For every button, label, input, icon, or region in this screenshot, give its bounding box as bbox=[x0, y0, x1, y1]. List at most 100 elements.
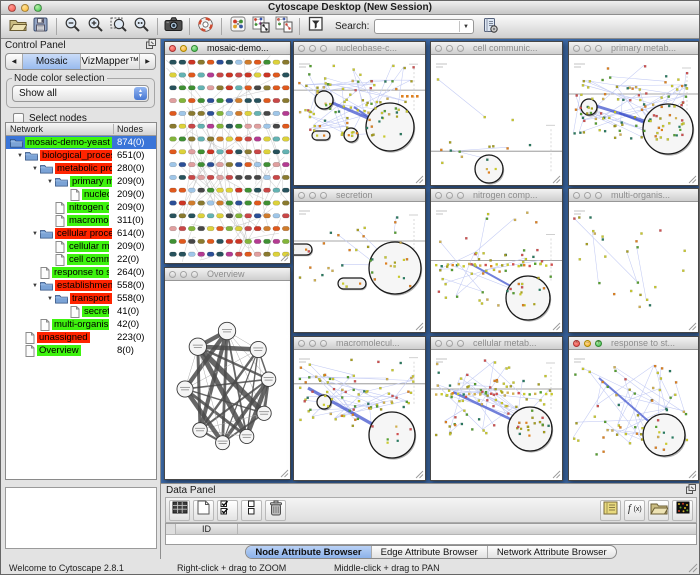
tree-row-establishment-of-lo[interactable]: ▼establishment of lo558(0) bbox=[6, 279, 156, 292]
network-window-t3[interactable]: secretion bbox=[293, 188, 426, 333]
search-input[interactable]: ▼ bbox=[374, 19, 474, 34]
network-view-canvas[interactable] bbox=[569, 55, 698, 185]
matrix-button[interactable] bbox=[672, 500, 693, 521]
minimize-icon[interactable]: − bbox=[584, 340, 591, 347]
maximize-icon[interactable] bbox=[320, 192, 327, 199]
network-window-t7[interactable]: cellular metab... bbox=[430, 336, 563, 481]
network-window-mosaic[interactable]: mosaic-demo... bbox=[164, 41, 291, 264]
node-color-dropdown[interactable]: Show all ▲▼ bbox=[12, 85, 149, 102]
network-window-t4[interactable]: nitrogen comp... bbox=[430, 188, 563, 333]
network-view-canvas[interactable] bbox=[294, 202, 425, 332]
window-titlebar[interactable]: multi-organis... bbox=[569, 189, 698, 202]
minimize-icon[interactable] bbox=[584, 45, 591, 52]
expand-triangle-icon[interactable]: ▼ bbox=[30, 283, 40, 289]
color-mapper-button[interactable] bbox=[226, 16, 249, 37]
network-window-t5[interactable]: multi-organis... bbox=[568, 188, 699, 333]
window-titlebar[interactable]: cell communic... bbox=[431, 42, 562, 55]
window-titlebar[interactable]: cellular metab... bbox=[431, 337, 562, 350]
tree-row-mosaic-demo-yeast[interactable]: mosaic-demo-yeast874(0) bbox=[6, 136, 156, 149]
minimize-icon[interactable] bbox=[446, 192, 453, 199]
network-view-canvas[interactable] bbox=[165, 55, 290, 263]
network-view-canvas[interactable] bbox=[569, 202, 698, 332]
minimize-icon[interactable] bbox=[180, 271, 187, 278]
tab-edge-attribute-browser[interactable]: Edge Attribute Browser bbox=[371, 546, 487, 558]
zoom-in-button[interactable] bbox=[84, 16, 107, 37]
minimize-icon[interactable] bbox=[309, 45, 316, 52]
new-attribute-button[interactable] bbox=[193, 500, 214, 521]
chevron-down-icon[interactable]: ▼ bbox=[459, 21, 471, 32]
select-attributes-button[interactable] bbox=[217, 500, 238, 521]
network-window-t1[interactable]: cell communic... bbox=[430, 41, 563, 186]
window-titlebar[interactable]: secretion bbox=[294, 189, 425, 202]
resize-grip-icon[interactable] bbox=[687, 562, 698, 575]
tree-row-transport[interactable]: ▼transport558(0) bbox=[6, 292, 156, 305]
minimize-icon[interactable] bbox=[584, 192, 591, 199]
tree-row-unassigned[interactable]: unassigned223(0) bbox=[6, 331, 156, 344]
snapshot-button[interactable] bbox=[162, 16, 185, 37]
tab-node-attribute-browser[interactable]: Node Attribute Browser bbox=[246, 546, 370, 558]
open-file-button[interactable] bbox=[6, 16, 29, 37]
tab-scroll-right[interactable]: ▶ bbox=[139, 54, 155, 69]
attribute-table-button[interactable] bbox=[169, 500, 190, 521]
import-attributes-button[interactable] bbox=[648, 500, 669, 521]
network-view-canvas[interactable] bbox=[165, 281, 290, 479]
close-icon[interactable] bbox=[169, 271, 176, 278]
window-titlebar[interactable]: nitrogen comp... bbox=[431, 189, 562, 202]
minimize-button[interactable] bbox=[21, 4, 29, 12]
tab-mosaic[interactable]: Mosaic bbox=[22, 54, 80, 69]
tab-vizmapper[interactable]: VizMapper™ bbox=[80, 54, 139, 69]
window-titlebar[interactable]: nucleobase-c... bbox=[294, 42, 425, 55]
tree-row-biological-process[interactable]: ▼biological_process651(0) bbox=[6, 149, 156, 162]
close-button[interactable] bbox=[8, 4, 16, 12]
tree-row-nucleobase-[interactable]: nucleobase-209(0) bbox=[6, 188, 156, 201]
minimize-icon[interactable] bbox=[309, 192, 316, 199]
network-view-canvas[interactable] bbox=[431, 202, 562, 332]
expand-triangle-icon[interactable]: ▼ bbox=[15, 153, 25, 159]
maximize-icon[interactable]: + bbox=[595, 340, 602, 347]
zoom-button[interactable] bbox=[34, 4, 42, 12]
id-column-header[interactable]: ID bbox=[176, 524, 238, 534]
network-window-t2[interactable]: primary metab... bbox=[568, 41, 699, 186]
maximize-icon[interactable] bbox=[191, 45, 198, 52]
zoom-selected-button[interactable] bbox=[130, 16, 153, 37]
zoom-fit-button[interactable] bbox=[107, 16, 130, 37]
maximize-icon[interactable] bbox=[457, 340, 464, 347]
network-window-t6[interactable]: macromolecul... bbox=[293, 336, 426, 481]
window-titlebar[interactable]: Overview bbox=[165, 268, 290, 281]
unselect-attributes-button[interactable] bbox=[241, 500, 262, 521]
network-view-canvas[interactable] bbox=[294, 55, 425, 185]
network-view-canvas[interactable] bbox=[431, 55, 562, 185]
network-window-t8[interactable]: ×−+response to st... bbox=[568, 336, 699, 481]
maximize-icon[interactable] bbox=[191, 271, 198, 278]
network-overlay-button[interactable] bbox=[249, 16, 272, 37]
delete-attribute-button[interactable] bbox=[265, 500, 286, 521]
maximize-icon[interactable] bbox=[595, 45, 602, 52]
window-titlebar[interactable]: primary metab... bbox=[569, 42, 698, 55]
attribute-batch-button[interactable] bbox=[600, 500, 621, 521]
tree-row-primary-metabo[interactable]: ▼primary metabo209(0) bbox=[6, 175, 156, 188]
close-icon[interactable] bbox=[573, 45, 580, 52]
close-icon[interactable] bbox=[298, 340, 305, 347]
minimize-icon[interactable] bbox=[446, 340, 453, 347]
close-icon[interactable]: × bbox=[573, 340, 580, 347]
network-table-header[interactable]: Network Nodes bbox=[6, 123, 156, 136]
expand-triangle-icon[interactable]: ▼ bbox=[45, 179, 55, 185]
window-titlebar[interactable]: macromolecul... bbox=[294, 337, 425, 350]
tree-row-secretion[interactable]: secretion41(0) bbox=[6, 305, 156, 318]
tree-row-cellular-process[interactable]: ▼cellular process614(0) bbox=[6, 227, 156, 240]
tree-row-cellular-metabo[interactable]: cellular metabo209(0) bbox=[6, 240, 156, 253]
maximize-icon[interactable] bbox=[595, 192, 602, 199]
tree-row-multi-organism-pro[interactable]: multi-organism pro42(0) bbox=[6, 318, 156, 331]
search-config-button[interactable] bbox=[479, 16, 502, 37]
window-titlebar[interactable]: ×−+response to st... bbox=[569, 337, 698, 350]
maximize-icon[interactable] bbox=[320, 45, 327, 52]
network-view-canvas[interactable] bbox=[294, 350, 425, 480]
tree-row-overview[interactable]: Overview8(0) bbox=[6, 344, 156, 357]
tree-row-macromolecule[interactable]: macromolecule311(0) bbox=[6, 214, 156, 227]
save-button[interactable] bbox=[29, 16, 52, 37]
network-view-canvas[interactable] bbox=[569, 350, 698, 480]
network-window-t0[interactable]: nucleobase-c... bbox=[293, 41, 426, 186]
tree-row-metabolic-process[interactable]: ▼metabolic process280(0) bbox=[6, 162, 156, 175]
network-view-canvas[interactable] bbox=[431, 350, 562, 480]
window-titlebar[interactable]: mosaic-demo... bbox=[165, 42, 290, 55]
